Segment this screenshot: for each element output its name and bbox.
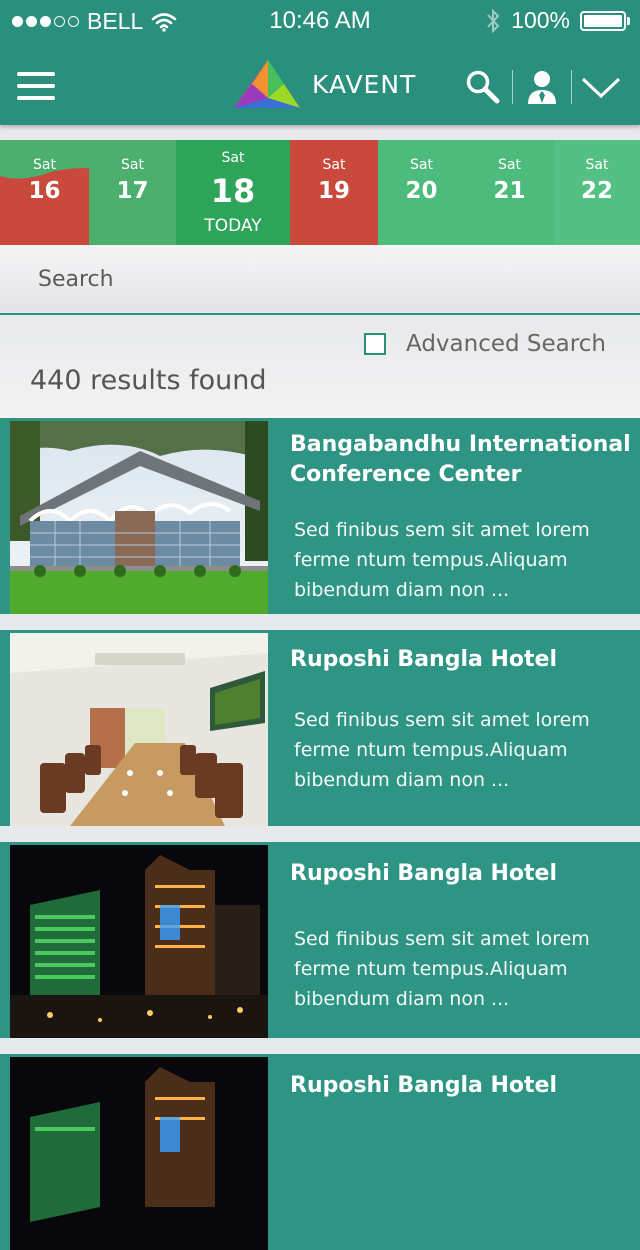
search-input[interactable] xyxy=(38,263,598,295)
brand-name: KAVENT xyxy=(312,69,417,99)
result-title[interactable]: Ruposhi Bangla Hotel xyxy=(290,1071,632,1101)
date-cell-16[interactable]: Sat 16 xyxy=(0,140,89,245)
search-icon[interactable] xyxy=(454,64,512,110)
chevron-down-icon[interactable] xyxy=(572,64,630,110)
date-weekday: Sat xyxy=(221,150,245,166)
date-day: 20 xyxy=(405,178,438,204)
battery-fill xyxy=(584,14,622,27)
menu-icon[interactable] xyxy=(17,72,55,100)
date-day: 22 xyxy=(580,178,613,204)
date-cell-18[interactable]: Sat 18 TODAY xyxy=(176,140,290,245)
date-cell-20[interactable]: Sat 20 xyxy=(378,140,465,245)
conference-center-image xyxy=(10,421,268,614)
battery-group: 100% xyxy=(485,7,630,34)
hotel-night-image xyxy=(10,845,268,1038)
bluetooth-icon xyxy=(487,8,500,33)
today-label: TODAY xyxy=(204,216,262,236)
app-header: BELL 10:46 AM 100% KAVENT xyxy=(0,0,640,125)
result-card[interactable]: Ruposhi Bangla Hotel Sed finibus sem sit… xyxy=(0,842,640,1038)
nav-actions xyxy=(454,64,630,110)
date-weekday: Sat xyxy=(410,157,433,173)
result-title[interactable]: Bangabandhu International Conference Cen… xyxy=(290,430,632,490)
result-card[interactable]: Ruposhi Bangla Hotel xyxy=(0,1054,640,1250)
date-day: 17 xyxy=(116,178,149,204)
kavent-logo-icon xyxy=(234,60,300,108)
filter-area: Advanced Search 440 results found xyxy=(0,315,640,418)
advanced-search-checkbox[interactable] xyxy=(364,333,386,355)
battery-icon xyxy=(580,10,630,31)
date-cell-19[interactable]: Sat 19 xyxy=(290,140,378,245)
advanced-search-label: Advanced Search xyxy=(406,331,606,357)
date-cell-21[interactable]: Sat 21 xyxy=(465,140,554,245)
date-day: 16 xyxy=(28,178,61,204)
date-weekday: Sat xyxy=(322,157,346,173)
status-bar: BELL 10:46 AM 100% xyxy=(0,0,640,42)
result-description: Sed finibus sem sit amet lorem ferme ntu… xyxy=(294,519,590,601)
result-description: Sed finibus sem sit amet lorem ferme ntu… xyxy=(294,928,590,1010)
search-bar xyxy=(0,245,640,315)
nav-bar: KAVENT xyxy=(0,42,640,125)
date-strip: Sat 16 Sat 17 Sat 18 TODAY Sat 19 Sat 20 Sat 21 Sat 22 xyxy=(0,140,640,245)
result-title[interactable]: Ruposhi Bangla Hotel xyxy=(290,645,632,675)
result-title[interactable]: Ruposhi Bangla Hotel xyxy=(290,859,632,889)
date-day: 18 xyxy=(210,172,256,210)
advanced-search-toggle[interactable]: Advanced Search xyxy=(364,331,606,357)
date-weekday: Sat xyxy=(498,157,521,173)
date-weekday: Sat xyxy=(33,157,56,173)
result-description: Sed finibus sem sit amet lorem ferme ntu… xyxy=(294,709,590,791)
dining-room-image xyxy=(10,633,268,826)
result-card[interactable]: Ruposhi Bangla Hotel Sed finibus sem sit… xyxy=(0,630,640,826)
result-card[interactable]: Bangabandhu International Conference Cen… xyxy=(0,418,640,614)
date-weekday: Sat xyxy=(585,157,609,173)
date-day: 19 xyxy=(317,178,350,204)
date-weekday: Sat xyxy=(121,157,144,173)
user-icon[interactable] xyxy=(513,64,571,110)
brand-logo: KAVENT xyxy=(232,58,416,110)
date-cell-17[interactable]: Sat 17 xyxy=(89,140,176,245)
battery-percent: 100% xyxy=(511,7,570,33)
date-cell-22[interactable]: Sat 22 xyxy=(554,140,640,245)
date-day: 21 xyxy=(493,178,526,204)
results-count: 440 results found xyxy=(30,365,267,396)
hotel-night-image xyxy=(10,1057,268,1250)
